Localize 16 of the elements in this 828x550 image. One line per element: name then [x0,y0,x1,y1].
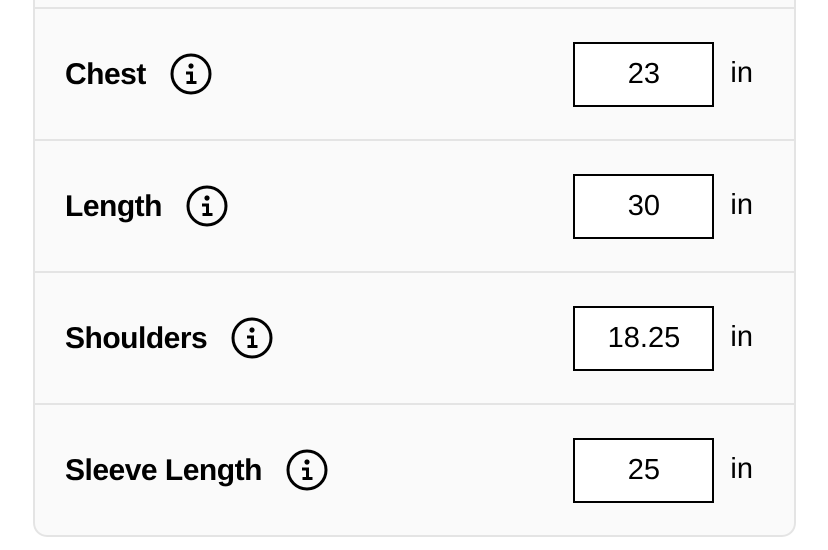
unit-label: in [730,320,753,356]
info-icon[interactable] [231,317,274,359]
unit-label: in [730,452,753,488]
measurement-label: Chest [65,56,146,92]
measurement-field[interactable]: 23 [573,42,714,106]
measurement-label: Length [65,188,162,224]
unit-label: in [730,56,753,92]
info-icon[interactable] [170,53,212,95]
measurement-field[interactable]: 18.25 [573,306,714,370]
measurement-field[interactable]: 30 [573,174,714,238]
info-icon[interactable] [286,449,328,491]
info-icon[interactable] [186,185,228,227]
measurement-label: Sleeve Length [65,452,262,488]
measurement-field[interactable]: 25 [573,438,714,502]
measurement-label: Shoulders [65,320,208,356]
unit-label: in [730,188,753,224]
